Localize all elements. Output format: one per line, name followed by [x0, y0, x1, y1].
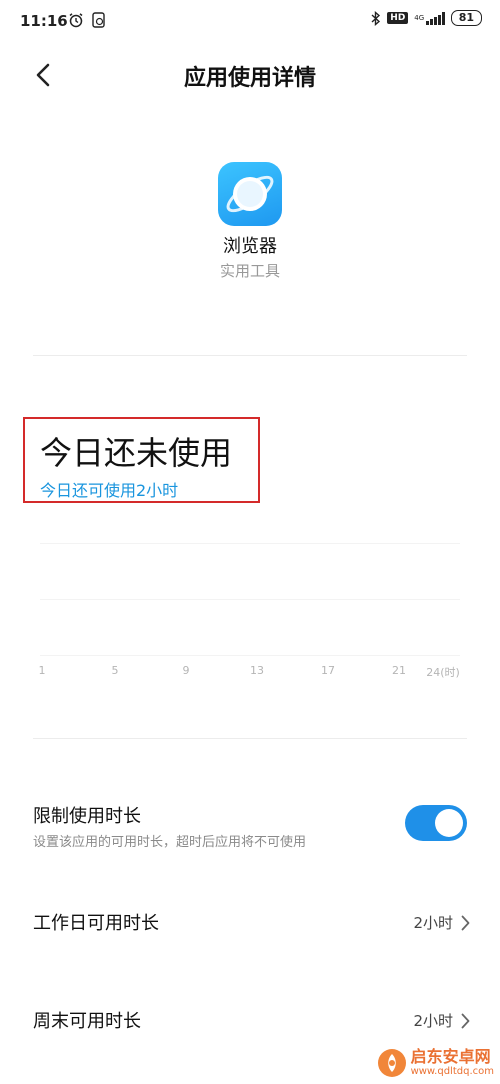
chart-grid-line — [40, 599, 460, 600]
chart-tick-label: 13 — [250, 664, 264, 677]
limit-usage-title: 限制使用时长 — [33, 806, 141, 827]
page-title: 应用使用详情 — [183, 66, 316, 91]
weekend-limit-title: 周末可用时长 — [33, 1011, 141, 1032]
chart-tick-label: 1 — [38, 664, 46, 677]
chart-grid-line — [40, 543, 460, 544]
bluetooth-icon — [371, 10, 381, 26]
chart-tick-label: 21 — [392, 664, 406, 677]
toggle-knob — [435, 809, 463, 837]
weekday-limit-value-wrap: 2小时 — [413, 912, 470, 933]
watermark-name: 启东安卓网 — [410, 1047, 491, 1066]
divider — [33, 738, 467, 739]
chart-grid-line — [40, 655, 460, 656]
status-right: HD 4G 81 — [371, 10, 482, 26]
weekend-limit-value-wrap: 2小时 — [413, 1010, 470, 1031]
battery-icon: 81 — [450, 10, 482, 26]
browser-app-icon — [218, 162, 282, 226]
chart-tick-label: 24(时) — [426, 666, 460, 679]
signal-icon — [426, 11, 445, 25]
watermark-url: www.qdltdq.com — [410, 1066, 494, 1077]
alarm-icon — [69, 13, 83, 28]
usage-remaining: 今日还可使用2小时 — [40, 481, 179, 500]
usage-title: 今日还未使用 — [40, 434, 233, 472]
chart-tick-label: 17 — [321, 664, 335, 677]
status-time: 11:16 — [20, 12, 68, 30]
limit-usage-desc: 设置该应用的可用时长，超时后应用将不可使用 — [33, 835, 307, 850]
chart-tick-label: 5 — [111, 664, 119, 677]
app-name: 浏览器 — [223, 236, 277, 257]
chevron-right-icon — [461, 915, 470, 930]
weekday-limit-value: 2小时 — [413, 914, 453, 932]
network-type: 4G — [414, 14, 425, 22]
chevron-right-icon — [461, 1013, 470, 1028]
divider — [33, 355, 467, 356]
chart-tick-label: 9 — [182, 664, 190, 677]
weekend-limit-value: 2小时 — [413, 1012, 453, 1030]
weekday-limit-title: 工作日可用时长 — [33, 913, 159, 934]
hd-badge: HD — [387, 12, 409, 24]
limit-usage-toggle[interactable] — [405, 805, 467, 841]
status-left-icons — [68, 12, 106, 28]
app-category: 实用工具 — [219, 262, 280, 280]
watermark: 启东安卓网 www.qdltdq.com — [377, 1048, 494, 1078]
watermark-logo — [377, 1049, 406, 1077]
usage-timer-icon — [92, 12, 105, 28]
